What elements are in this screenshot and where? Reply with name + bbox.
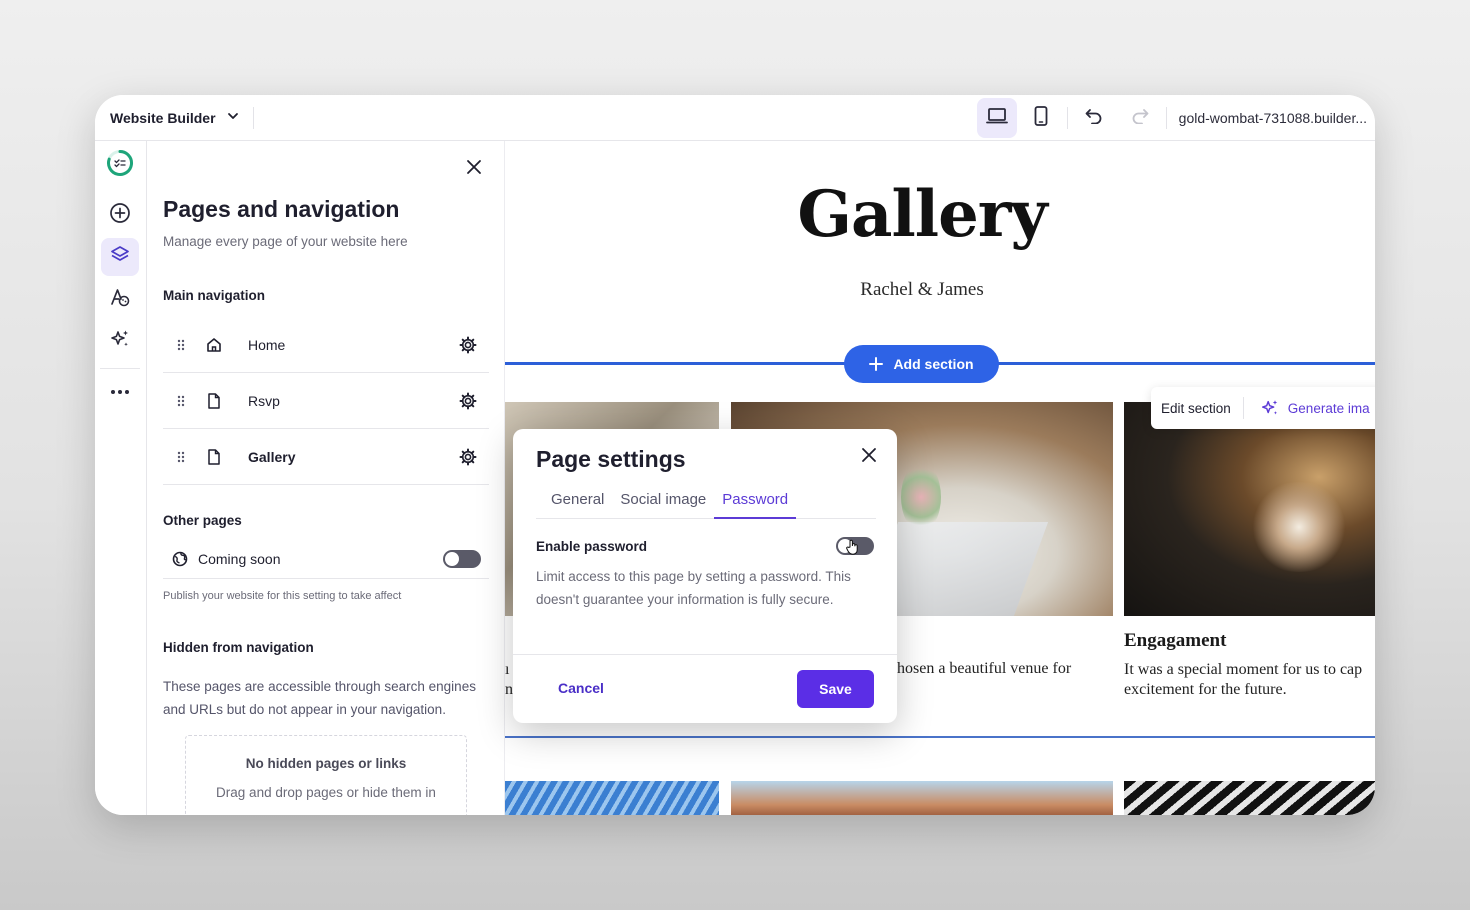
cancel-button[interactable]: Cancel xyxy=(558,680,604,696)
coming-soon-row: Coming soon xyxy=(163,539,489,579)
hand-cursor-icon xyxy=(846,539,860,560)
sparkle-ai-icon xyxy=(1260,398,1280,418)
mobile-view-button[interactable] xyxy=(1021,98,1061,138)
style-palette-icon xyxy=(109,286,131,313)
drag-handle-icon[interactable] xyxy=(172,395,190,407)
coming-soon-label: Coming soon xyxy=(198,550,281,567)
caption-title: Engagament xyxy=(1124,630,1227,651)
more-horizontal-icon xyxy=(110,382,130,400)
empty-state-subtitle: Drag and drop pages or hide them in xyxy=(216,785,436,800)
page-settings-button[interactable] xyxy=(453,386,483,416)
generate-image-button[interactable]: Generate ima xyxy=(1244,398,1370,418)
top-bar: Website Builder gold-wombat-731088.build… xyxy=(95,95,1375,141)
progress-checklist-icon xyxy=(106,149,134,182)
caption-fragment: ın xyxy=(505,661,513,698)
toolbar-divider xyxy=(253,107,254,129)
gear-icon xyxy=(459,448,477,465)
gallery-image[interactable] xyxy=(731,781,1113,815)
toolbar-divider xyxy=(1066,107,1068,129)
main-navigation-heading: Main navigation xyxy=(163,288,266,303)
add-section-label: Add section xyxy=(893,356,974,372)
home-icon xyxy=(204,337,224,353)
top-right-controls: gold-wombat-731088.builder... xyxy=(976,95,1375,141)
section-boundary xyxy=(505,736,1375,738)
app-name: Website Builder xyxy=(110,109,216,126)
settings-tabs: General Social image Password xyxy=(536,491,876,519)
ai-tools-button[interactable] xyxy=(101,322,139,360)
left-icon-rail xyxy=(95,141,147,815)
nav-item-label: Home xyxy=(248,336,286,353)
generate-label: Generate ima xyxy=(1287,400,1370,416)
section-toolbar: Edit section Generate ima xyxy=(1151,387,1375,429)
laptop-icon xyxy=(985,107,1008,130)
redo-icon xyxy=(1131,108,1149,129)
drag-handle-icon[interactable] xyxy=(172,339,190,351)
page-settings-modal: Page settings General Social image Passw… xyxy=(513,429,897,723)
gear-icon xyxy=(459,336,477,353)
tab-password[interactable]: Password xyxy=(714,491,797,519)
enable-password-label: Enable password xyxy=(536,539,648,554)
page-settings-button[interactable] xyxy=(453,442,483,472)
coming-soon-toggle[interactable] xyxy=(443,549,481,568)
hidden-navigation-heading: Hidden from navigation xyxy=(163,640,314,655)
caption-text: It was a special moment for us to cap exc… xyxy=(1124,661,1363,698)
pages-navigation-panel: Pages and navigation Manage every page o… xyxy=(147,141,505,815)
panel-title: Pages and navigation xyxy=(163,196,400,222)
chevron-down-icon xyxy=(226,109,240,126)
gallery-image[interactable] xyxy=(1124,781,1375,815)
password-description: Limit access to this page by setting a p… xyxy=(536,569,851,607)
plus-icon xyxy=(869,357,884,371)
nav-item-rsvp[interactable]: Rsvp xyxy=(163,373,489,429)
redo-button[interactable] xyxy=(1120,98,1160,138)
page-settings-button[interactable] xyxy=(453,330,483,360)
modal-title: Page settings xyxy=(536,446,686,472)
layers-icon xyxy=(109,244,131,271)
hidden-navigation-description: These pages are accessible through searc… xyxy=(163,679,476,717)
tab-general[interactable]: General xyxy=(536,491,612,519)
close-icon xyxy=(466,159,482,180)
panel-subtitle: Manage every page of your website here xyxy=(163,234,408,249)
nav-item-label: Rsvp xyxy=(248,392,280,409)
hidden-pages-dropzone[interactable]: No hidden pages or links Drag and drop p… xyxy=(185,735,467,815)
more-button[interactable] xyxy=(101,372,139,410)
page-heading[interactable]: Gallery xyxy=(505,177,1339,252)
desktop-view-button[interactable] xyxy=(976,98,1017,138)
drag-handle-icon[interactable] xyxy=(172,451,190,463)
styles-button[interactable] xyxy=(101,280,139,318)
undo-icon xyxy=(1085,108,1103,129)
modal-divider xyxy=(513,654,897,655)
page-icon xyxy=(204,392,224,409)
nav-item-home[interactable]: Home xyxy=(163,317,489,373)
nav-item-gallery[interactable]: Gallery xyxy=(163,429,489,485)
other-pages-heading: Other pages xyxy=(163,513,242,528)
undo-button[interactable] xyxy=(1074,98,1114,138)
nav-item-label: Gallery xyxy=(248,448,296,465)
add-circle-icon xyxy=(109,202,131,229)
gallery-image[interactable] xyxy=(505,781,719,815)
caption-text: hosen a beautiful venue for xyxy=(897,660,1072,677)
globe-icon xyxy=(172,551,188,567)
close-modal-button[interactable] xyxy=(855,443,883,471)
app-switcher[interactable]: Website Builder xyxy=(95,95,240,140)
close-panel-button[interactable] xyxy=(460,155,488,183)
page-icon xyxy=(204,448,224,465)
phone-icon xyxy=(1034,105,1048,131)
gallery-image[interactable] xyxy=(1124,402,1375,616)
close-icon xyxy=(861,447,877,468)
save-button[interactable]: Save xyxy=(797,670,874,708)
rail-divider xyxy=(100,368,140,369)
site-url[interactable]: gold-wombat-731088.builder... xyxy=(1167,110,1375,126)
add-section-button[interactable]: Add section xyxy=(844,345,999,383)
coming-soon-helper: Publish your website for this setting to… xyxy=(163,590,402,602)
empty-state-title: No hidden pages or links xyxy=(245,756,407,771)
add-element-button[interactable] xyxy=(101,196,139,234)
pages-button[interactable] xyxy=(101,238,139,276)
tab-social-image[interactable]: Social image xyxy=(612,491,714,519)
page-subheading[interactable]: Rachel & James xyxy=(505,279,1339,301)
edit-section-button[interactable]: Edit section xyxy=(1151,401,1243,416)
setup-progress-button[interactable] xyxy=(101,146,139,184)
gear-icon xyxy=(459,392,477,409)
sparkle-ai-icon xyxy=(109,328,131,355)
